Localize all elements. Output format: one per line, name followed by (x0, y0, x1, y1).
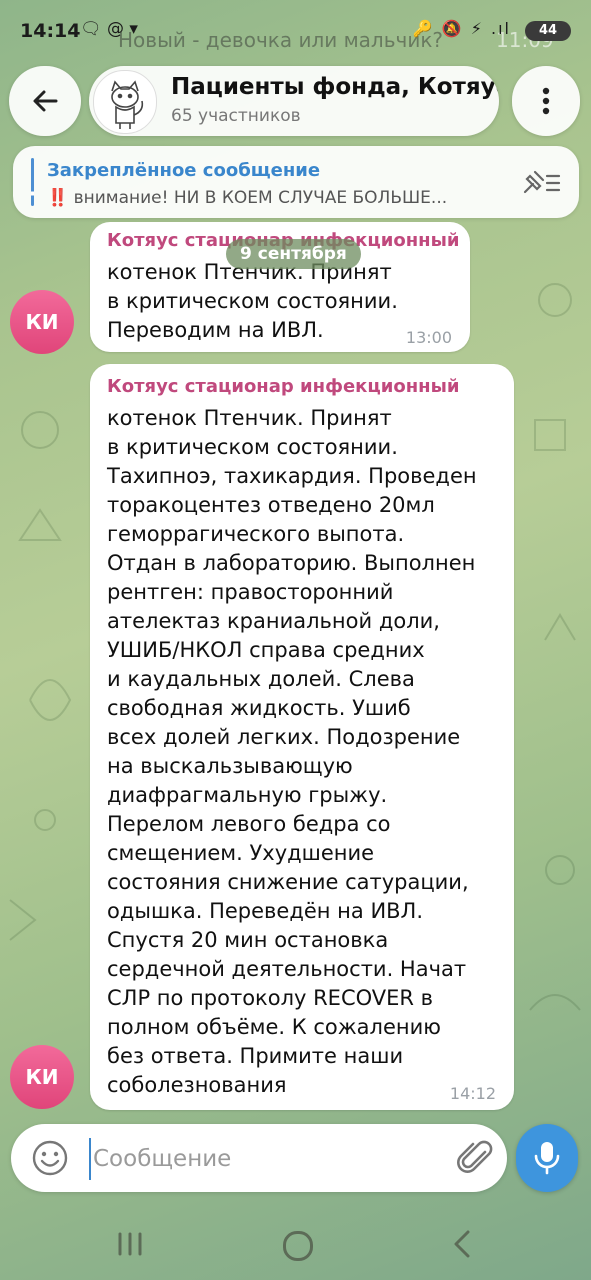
notification-preview-text: Новый - девочка или мальчик? (118, 28, 444, 52)
status-notification-icons: 🗨 @ ▾ (80, 19, 138, 39)
message-bubble[interactable]: Котяус стационар инфекционный котенок Пт… (90, 364, 514, 1110)
message-sender[interactable]: Котяус стационар инфекционный (107, 376, 459, 397)
microphone-icon (534, 1142, 560, 1175)
pinned-preview-text: внимание! НИ В КОЕМ СЛУЧАЕ БОЛЬШЕ... (73, 188, 448, 208)
status-system-icons: 🔑 🔕 ⚡ .ıl (412, 19, 511, 38)
message-text: котенок Птенчик. Принят в критическом со… (107, 260, 398, 342)
group-avatar[interactable] (93, 70, 157, 134)
chat-title: Пациенты фонда, Котяус (171, 74, 499, 100)
system-navigation-bar (0, 1200, 591, 1280)
vertical-dots-icon (542, 87, 550, 115)
message-time: 13:00 (405, 328, 452, 347)
message-composer (11, 1124, 507, 1192)
sender-avatar[interactable]: КИ (10, 290, 74, 354)
smiley-icon[interactable] (31, 1139, 69, 1177)
message-text: котенок Птенчик. Принят в критическом со… (107, 406, 477, 1097)
pinned-title: Закреплённое сообщение (47, 160, 321, 181)
notification-preview: Новый - девочка или мальчик? 11:09 (118, 28, 554, 52)
back-nav-icon[interactable] (452, 1230, 472, 1258)
more-options-button[interactable] (512, 66, 580, 136)
date-separator: 9 сентября (226, 239, 361, 269)
double-exclamation-icon: ‼️ (47, 188, 69, 208)
pinned-message-bar[interactable]: Закреплённое сообщение ‼️ внимание! НИ В… (13, 146, 579, 218)
microphone-button[interactable] (516, 1124, 578, 1192)
status-bar: Новый - девочка или мальчик? 11:09 14:14… (0, 0, 591, 62)
message-input[interactable] (89, 1138, 435, 1180)
paperclip-icon[interactable] (457, 1138, 497, 1178)
recent-apps-icon[interactable] (116, 1232, 144, 1256)
arrow-left-icon (33, 90, 58, 112)
message-time: 14:12 (449, 1084, 496, 1103)
battery-indicator: 44 (525, 21, 571, 41)
back-button[interactable] (9, 66, 81, 136)
member-count: 65 участников (171, 106, 301, 126)
sender-avatar[interactable]: КИ (10, 1045, 74, 1109)
chat-header[interactable]: Пациенты фонда, Котяус 65 участников (89, 66, 499, 136)
status-time: 14:14 (20, 20, 81, 42)
cat-logo-icon (111, 80, 144, 129)
unpin-list-icon[interactable] (521, 166, 561, 198)
pinned-indicator (31, 158, 34, 206)
home-icon[interactable] (283, 1231, 313, 1261)
pinned-preview: ‼️ внимание! НИ В КОЕМ СЛУЧАЕ БОЛЬШЕ... (47, 188, 507, 208)
